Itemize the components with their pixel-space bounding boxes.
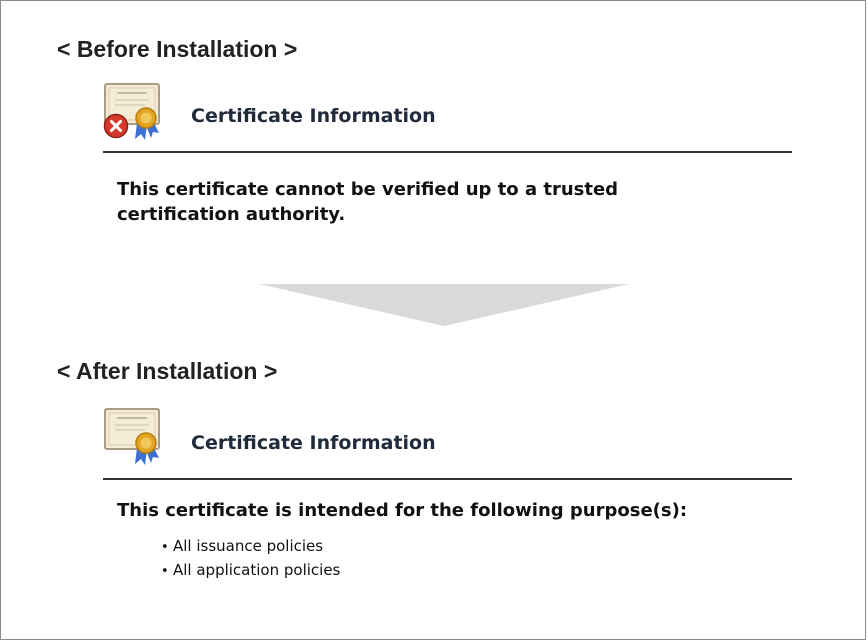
after-divider: [103, 478, 792, 480]
certificate-error-icon: [103, 83, 160, 140]
purpose-item-label: All application policies: [173, 561, 341, 579]
purpose-item-label: All issuance policies: [173, 537, 324, 555]
after-certificate-message: This certificate is intended for the fol…: [117, 500, 688, 521]
purpose-item: All application policies: [161, 559, 340, 583]
instruction-panel: < Before Installation > Certificate Info…: [0, 0, 866, 640]
purpose-list: All issuance policies All application po…: [161, 535, 340, 583]
before-installation-title: < Before Installation >: [57, 36, 298, 62]
before-certificate-heading: Certificate Information: [191, 105, 436, 127]
purpose-item: All issuance policies: [161, 535, 340, 559]
before-divider: [103, 151, 792, 153]
after-certificate-heading: Certificate Information: [191, 432, 436, 454]
before-certificate-message: This certificate cannot be verified up t…: [117, 179, 619, 225]
after-installation-title: < After Installation >: [57, 358, 278, 384]
down-arrow-icon: [259, 284, 629, 326]
certificate-icon: [104, 408, 160, 465]
